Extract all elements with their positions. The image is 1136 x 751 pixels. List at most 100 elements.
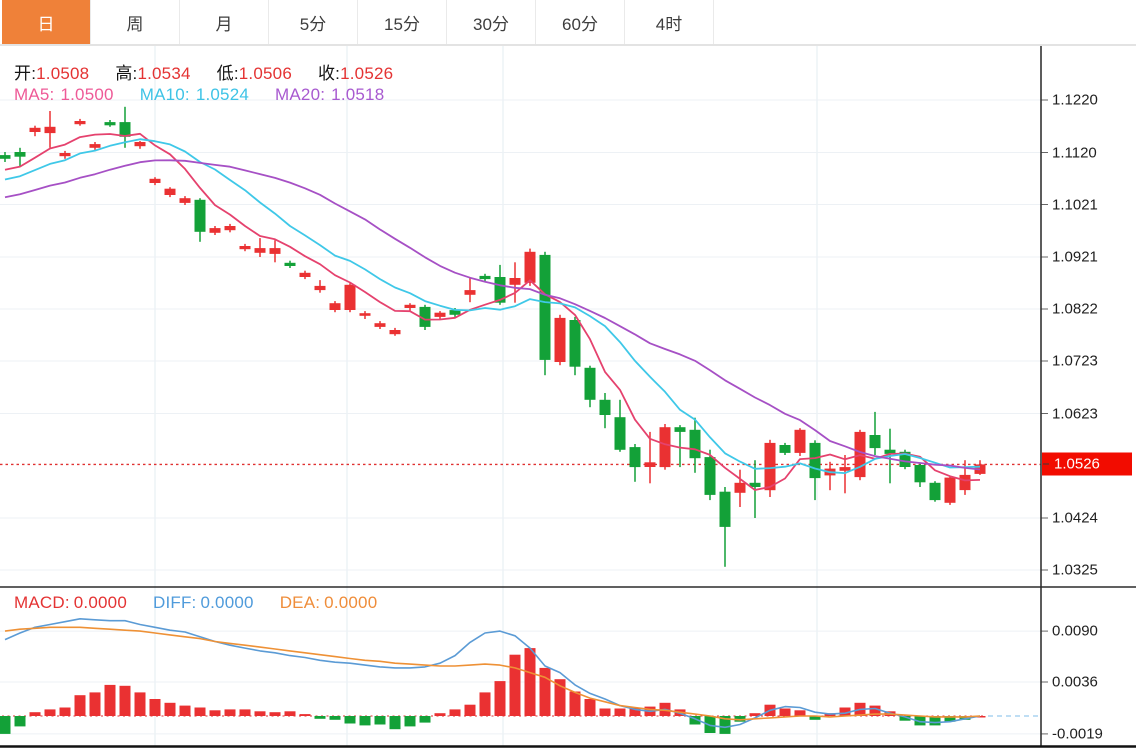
tab-m5[interactable]: 5分 <box>269 0 358 44</box>
macd-hist-bar <box>225 709 236 716</box>
diff-label: DIFF: <box>153 593 197 613</box>
tab-month[interactable]: 月 <box>180 0 269 44</box>
macd-hist-bar <box>465 705 476 716</box>
macd-hist-bar <box>0 716 11 734</box>
candle-body <box>780 445 791 453</box>
candle-body <box>240 246 251 249</box>
candle-body <box>645 462 656 467</box>
candle-body <box>150 179 161 183</box>
candle-body <box>375 323 386 327</box>
macd-hist-bar <box>210 710 221 716</box>
candle-body <box>195 200 206 232</box>
candle-body <box>30 128 41 132</box>
open-label: 开: <box>14 59 36 84</box>
candle-body <box>405 305 416 308</box>
macd-hist-bar <box>330 716 341 720</box>
price-axis-label: 1.1220 <box>1052 92 1098 109</box>
ma10-line <box>5 139 980 473</box>
macd-hist-bar <box>615 709 626 717</box>
diff-value: 0.0000 <box>200 593 253 613</box>
price-axis-label: 1.1021 <box>1052 196 1098 213</box>
trading-chart-app: 日周月5分15分30分60分4时 开:1.0508高:1.0534低:1.050… <box>0 0 1136 751</box>
macd-hist-bar <box>375 716 386 725</box>
candle-body <box>930 483 941 500</box>
macd-hist-bar <box>315 716 326 719</box>
ma20-value: 1.0518 <box>331 85 384 105</box>
macd-hist-bar <box>120 686 131 716</box>
low-value: 1.0506 <box>239 64 292 84</box>
candle-body <box>810 443 821 478</box>
candle-body <box>480 276 491 279</box>
candle-body <box>585 368 596 400</box>
low-label: 低: <box>217 59 239 84</box>
ma5-label: MA5: <box>14 85 54 105</box>
candle-body <box>165 189 176 195</box>
candlestick-chart-canvas <box>0 0 1136 751</box>
current-price-badge: 1.0526 <box>1042 453 1132 476</box>
price-axis-label: 1.1120 <box>1052 144 1097 161</box>
candle-body <box>555 318 566 362</box>
ma-readout: MA5:1.0500MA10:1.0524MA20:1.0518 <box>14 85 384 105</box>
macd-hist-bar <box>585 699 596 716</box>
candle-body <box>15 152 26 157</box>
candle-body <box>345 285 356 310</box>
macd-hist-bar <box>180 706 191 716</box>
ma10-label: MA10: <box>140 85 190 105</box>
macd-hist-bar <box>300 714 311 716</box>
candle-body <box>705 457 716 495</box>
macd-hist-bar <box>105 685 116 716</box>
tab-day[interactable]: 日 <box>2 0 91 44</box>
price-axis-label: 1.0325 <box>1052 562 1098 579</box>
candle-body <box>390 330 401 334</box>
tab-m60[interactable]: 60分 <box>536 0 625 44</box>
candle-body <box>690 430 701 458</box>
macd-axis-label: -0.0019 <box>1052 725 1103 742</box>
dea-value: 0.0000 <box>324 593 377 613</box>
macd-hist-bar <box>15 716 26 726</box>
price-axis-label: 1.0424 <box>1052 510 1098 527</box>
macd-hist-bar <box>435 713 446 716</box>
candle-body <box>360 313 371 316</box>
tab-week[interactable]: 周 <box>91 0 180 44</box>
macd-hist-bar <box>240 709 251 716</box>
macd-hist-bar <box>450 709 461 716</box>
candle-body <box>210 228 221 233</box>
price-axis-label: 1.0723 <box>1052 353 1098 370</box>
macd-hist-bar <box>510 655 521 716</box>
macd-hist-bar <box>555 679 566 716</box>
macd-hist-bar <box>480 692 491 716</box>
tab-m30[interactable]: 30分 <box>447 0 536 44</box>
candle-body <box>660 427 671 467</box>
high-label: 高: <box>115 59 137 84</box>
price-axis-label: 1.0921 <box>1052 249 1098 266</box>
candle-body <box>600 400 611 415</box>
price-axis-label: 1.0623 <box>1052 405 1098 422</box>
candle-body <box>255 248 266 253</box>
macd-readout: MACD:0.0000DIFF:0.0000DEA:0.0000 <box>14 593 377 613</box>
macd-axis-label: 0.0036 <box>1052 674 1098 691</box>
candle-body <box>45 127 56 133</box>
candle-body <box>570 320 581 367</box>
candle-body <box>60 153 71 156</box>
macd-hist-bar <box>30 712 41 716</box>
macd-hist-bar <box>525 648 536 716</box>
macd-hist-bar <box>360 716 371 725</box>
tab-h4[interactable]: 4时 <box>625 0 714 44</box>
candle-body <box>135 142 146 146</box>
macd-hist-bar <box>600 709 611 717</box>
high-value: 1.0534 <box>137 64 190 84</box>
macd-hist-bar <box>405 716 416 726</box>
tab-m15[interactable]: 15分 <box>358 0 447 44</box>
macd-hist-bar <box>795 710 806 716</box>
candle-body <box>510 278 521 285</box>
macd-value: 0.0000 <box>74 593 127 613</box>
close-value: 1.0526 <box>340 64 393 84</box>
macd-hist-bar <box>390 716 401 729</box>
candle-body <box>90 144 101 148</box>
macd-hist-bar <box>780 709 791 717</box>
macd-hist-bar <box>420 716 431 723</box>
close-label: 收: <box>318 59 340 84</box>
price-axis-label: 1.0822 <box>1052 301 1098 318</box>
ma5-value: 1.0500 <box>60 85 113 105</box>
candle-body <box>330 303 341 310</box>
